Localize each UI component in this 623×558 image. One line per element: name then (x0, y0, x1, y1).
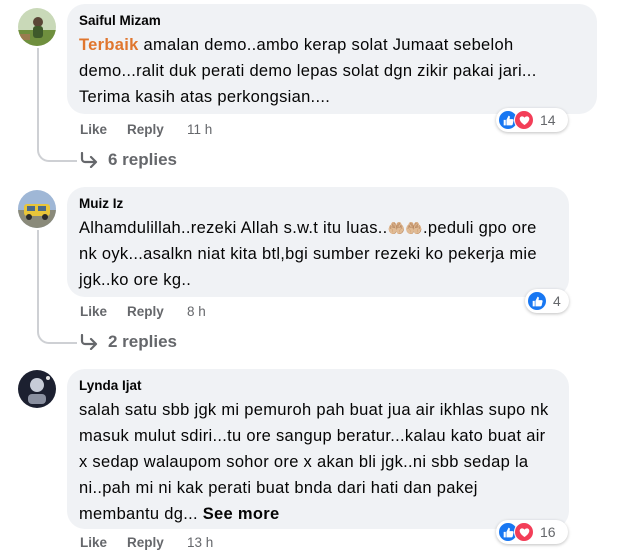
comment-bubble: Saiful Mizam Terbaik amalan demo..ambo k… (67, 4, 597, 114)
like-button[interactable]: Like (80, 122, 107, 137)
comment-author[interactable]: Saiful Mizam (79, 12, 585, 29)
reply-button[interactable]: Reply (127, 122, 164, 137)
love-icon (514, 522, 534, 542)
view-replies-button[interactable]: 2 replies (80, 332, 177, 352)
thread-line (37, 48, 39, 140)
like-button[interactable]: Like (80, 304, 107, 319)
reply-arrow-icon (80, 334, 98, 350)
comment-body: salah satu sbb jgk mi pemuroh pah buat j… (79, 401, 549, 523)
replies-label: 6 replies (108, 150, 177, 169)
avatar-muiz-iz[interactable] (18, 190, 56, 228)
comment-body: amalan demo..ambo kerap solat Jumaat seb… (79, 36, 537, 106)
like-icon (527, 291, 547, 311)
comment-text: Terbaik amalan demo..ambo kerap solat Ju… (79, 32, 585, 110)
comment-timestamp[interactable]: 8 h (187, 304, 206, 319)
tagged-text[interactable]: Terbaik (79, 36, 139, 54)
thread-line-curve (37, 322, 77, 344)
love-icon (514, 110, 534, 130)
like-button[interactable]: Like (80, 535, 107, 550)
reply-arrow-icon (80, 152, 98, 168)
reaction-count: 16 (540, 524, 556, 540)
reaction-summary[interactable]: 4 (525, 289, 569, 313)
view-replies-button[interactable]: 6 replies (80, 150, 177, 170)
reply-button[interactable]: Reply (127, 304, 164, 319)
emoji: 🤲🏼🤲🏼 (387, 220, 423, 236)
comment-body: Alhamdulillah..rezeki Allah s.w.t itu lu… (79, 219, 388, 237)
avatar-saiful-mizam[interactable] (18, 8, 56, 46)
thread-line (37, 230, 39, 322)
comment-author[interactable]: Muiz Iz (79, 195, 557, 212)
reaction-summary[interactable]: 16 (496, 520, 568, 544)
comment-timestamp[interactable]: 11 h (187, 122, 212, 137)
thread-line-curve (37, 140, 77, 162)
reply-button[interactable]: Reply (127, 535, 164, 550)
reaction-count: 14 (540, 112, 556, 128)
comment-timestamp[interactable]: 13 h (187, 535, 213, 550)
reaction-summary[interactable]: 14 (496, 108, 568, 132)
comment-author[interactable]: Lynda Ijat (79, 377, 557, 394)
replies-label: 2 replies (108, 332, 177, 351)
avatar-lynda-ijat[interactable] (18, 370, 56, 408)
reaction-count: 4 (553, 293, 561, 309)
comment-bubble: Muiz Iz Alhamdulillah..rezeki Allah s.w.… (67, 187, 569, 297)
comment-bubble: Lynda Ijat salah satu sbb jgk mi pemuroh… (67, 369, 569, 529)
comment-text: Alhamdulillah..rezeki Allah s.w.t itu lu… (79, 215, 557, 293)
see-more-link[interactable]: See more (203, 505, 280, 523)
comment-text: salah satu sbb jgk mi pemuroh pah buat j… (79, 397, 557, 527)
comment-thread: Saiful Mizam Terbaik amalan demo..ambo k… (0, 0, 623, 558)
